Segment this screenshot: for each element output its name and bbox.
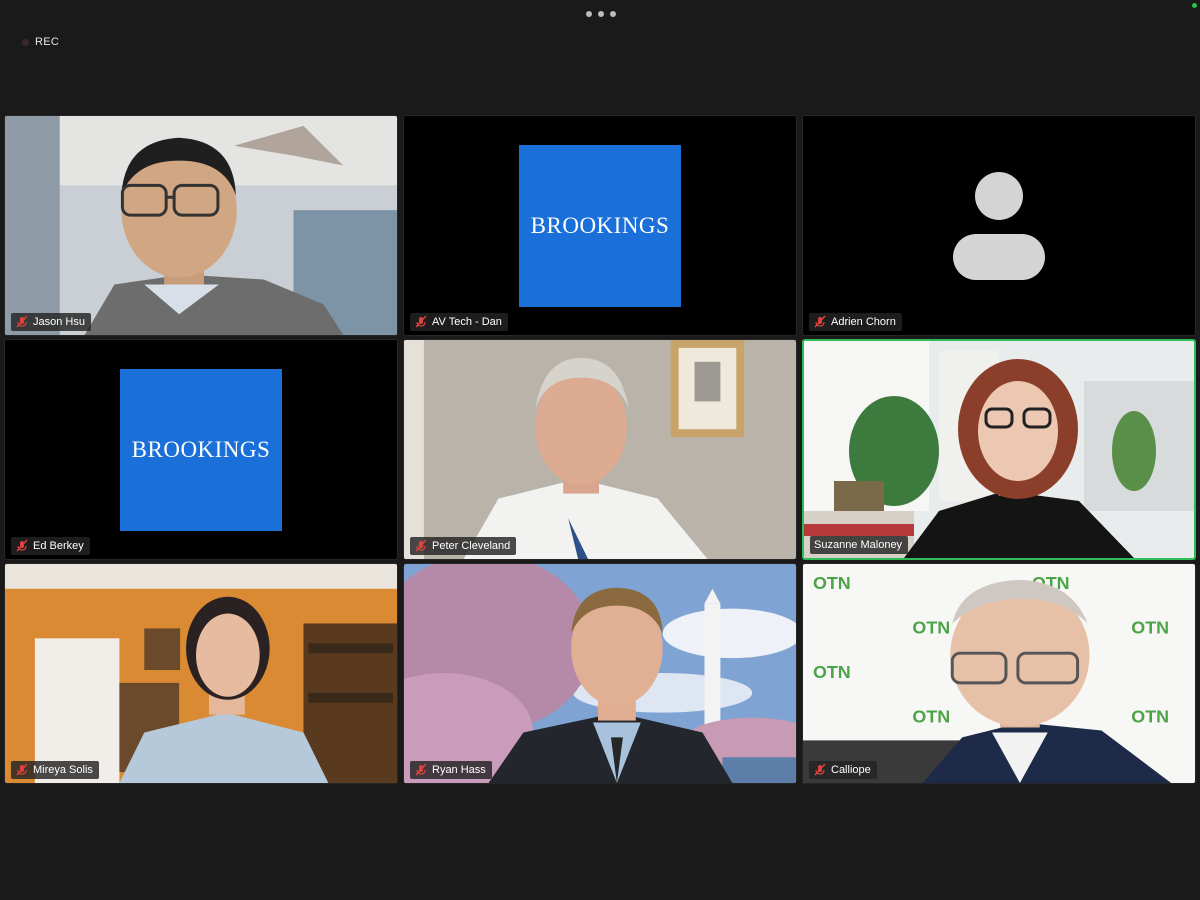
brookings-logo: BROOKINGS bbox=[120, 368, 282, 531]
participant-name-tag: Ed Berkey bbox=[11, 537, 90, 555]
participant-name: Ryan Hass bbox=[432, 764, 486, 776]
record-dot-icon bbox=[22, 38, 29, 46]
microphone-muted-icon bbox=[16, 539, 28, 552]
participant-name-tag: Adrien Chorn bbox=[809, 313, 902, 331]
participant-name: Calliope bbox=[831, 764, 871, 776]
video-feed bbox=[5, 564, 397, 783]
participant-tile[interactable]: BROOKINGS Ed Berkey bbox=[4, 339, 398, 560]
microphone-muted-icon bbox=[16, 315, 28, 328]
microphone-muted-icon bbox=[814, 763, 826, 776]
svg-text:OTN: OTN bbox=[912, 707, 950, 727]
participant-name: Peter Cleveland bbox=[432, 540, 511, 552]
svg-text:OTN: OTN bbox=[813, 662, 851, 682]
participant-tile[interactable]: BROOKINGS AV Tech - Dan bbox=[403, 115, 797, 336]
svg-text:OTN: OTN bbox=[813, 573, 851, 593]
microphone-muted-icon bbox=[415, 763, 427, 776]
participant-name-tag: Ryan Hass bbox=[410, 761, 492, 779]
microphone-muted-icon bbox=[814, 315, 826, 328]
video-grid: Jason Hsu BROOKINGS AV Tech - Dan Adrien… bbox=[4, 115, 1196, 784]
participant-name: Jason Hsu bbox=[33, 316, 85, 328]
logo-text: BROOKINGS bbox=[530, 212, 670, 238]
participant-name: Adrien Chorn bbox=[831, 316, 896, 328]
participant-name: Ed Berkey bbox=[33, 540, 84, 552]
svg-text:OTN: OTN bbox=[1131, 617, 1169, 637]
participant-name-tag: Mireya Solis bbox=[11, 761, 99, 779]
participant-name: Suzanne Maloney bbox=[814, 539, 903, 551]
svg-text:OTN: OTN bbox=[1131, 707, 1169, 727]
video-feed bbox=[404, 564, 796, 783]
participant-tile[interactable]: OTN OTN OTN OTN OTN OTN OTN Calliope bbox=[802, 563, 1196, 784]
svg-text:OTN: OTN bbox=[912, 617, 950, 637]
participant-name-tag: Suzanne Maloney bbox=[810, 536, 909, 554]
recording-label: REC bbox=[35, 36, 60, 48]
video-feed bbox=[404, 340, 796, 559]
participant-name-tag: Peter Cleveland bbox=[410, 537, 517, 555]
participant-tile[interactable]: Peter Cleveland bbox=[403, 339, 797, 560]
connection-status-dot bbox=[1192, 3, 1197, 8]
participant-tile-active-speaker[interactable]: Suzanne Maloney bbox=[802, 339, 1196, 560]
participant-name: AV Tech - Dan bbox=[432, 316, 502, 328]
participant-tile[interactable]: Mireya Solis bbox=[4, 563, 398, 784]
video-feed: OTN OTN OTN OTN OTN OTN OTN bbox=[803, 564, 1195, 783]
microphone-muted-icon bbox=[16, 763, 28, 776]
participant-tile[interactable]: Ryan Hass bbox=[403, 563, 797, 784]
participant-name-tag: AV Tech - Dan bbox=[410, 313, 508, 331]
brookings-logo: BROOKINGS bbox=[519, 144, 681, 307]
participant-tile[interactable]: Adrien Chorn bbox=[802, 115, 1196, 336]
default-avatar-icon bbox=[953, 171, 1045, 280]
participant-tile[interactable]: Jason Hsu bbox=[4, 115, 398, 336]
microphone-muted-icon bbox=[415, 315, 427, 328]
recording-indicator: REC bbox=[22, 36, 59, 48]
video-feed bbox=[5, 116, 397, 335]
more-options-icon[interactable] bbox=[586, 8, 616, 20]
participant-name-tag: Calliope bbox=[809, 761, 877, 779]
video-feed bbox=[804, 341, 1194, 558]
logo-text: BROOKINGS bbox=[131, 436, 271, 462]
microphone-muted-icon bbox=[415, 539, 427, 552]
participant-name: Mireya Solis bbox=[33, 764, 93, 776]
participant-name-tag: Jason Hsu bbox=[11, 313, 91, 331]
